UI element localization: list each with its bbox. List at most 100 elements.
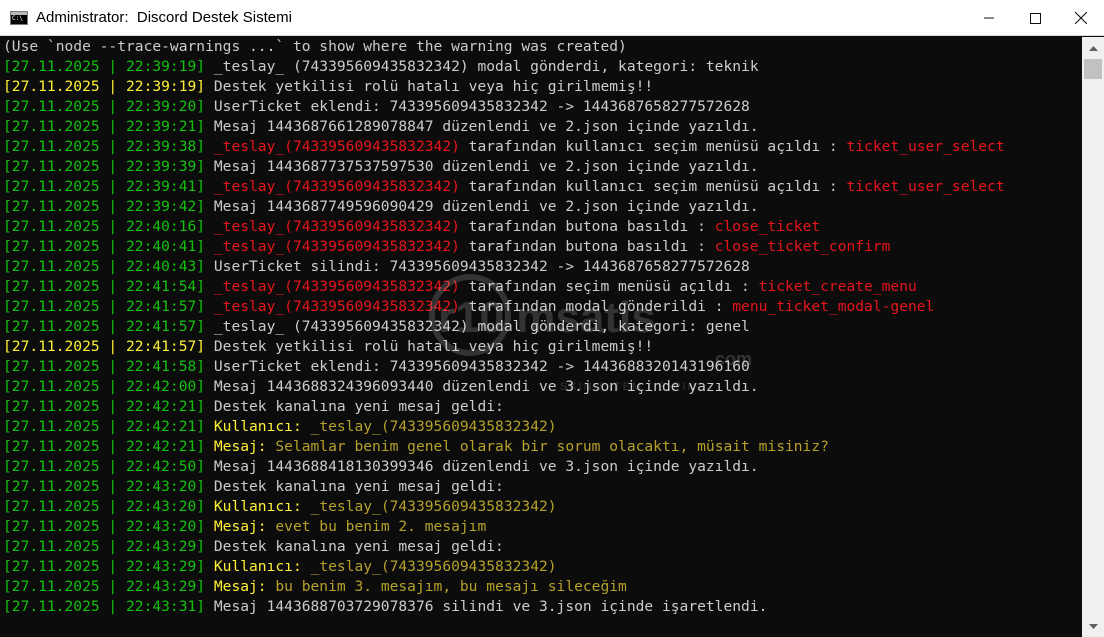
console-segment: _teslay_(743395609435832342) — [213, 238, 460, 255]
console-segment: Destek yetkilisi rolü hatalı veya hiç gi… — [213, 338, 654, 355]
console-segment: [27.11.2025 | 22:39:42] — [3, 198, 214, 215]
window-title: Administrator: Discord Destek Sistemi — [36, 9, 292, 26]
console-segment: [27.11.2025 | 22:39:19] — [3, 58, 214, 75]
console-segment: [27.11.2025 | 22:43:29] — [3, 558, 214, 575]
console-segment: UserTicket eklendi: 743395609435832342 -… — [213, 98, 750, 115]
scrollbar-thumb[interactable] — [1084, 59, 1102, 79]
console-segment: Mesaj 1443687749596090429 düzenlendi ve … — [213, 198, 759, 215]
console-segment: [27.11.2025 | 22:39:19] — [3, 78, 214, 95]
console-segment: Destek yetkilisi rolü hatalı veya hiç gi… — [213, 78, 654, 95]
window-controls — [966, 0, 1104, 36]
console-segment: [27.11.2025 | 22:40:43] — [3, 258, 214, 275]
console-segment: [27.11.2025 | 22:39:21] — [3, 118, 214, 135]
console-segment: [27.11.2025 | 22:43:20] — [3, 518, 214, 535]
console-segment: _teslay_(743395609435832342) — [213, 278, 460, 295]
console-segment: tarafından modal gönderildi : — [459, 298, 733, 315]
cmd-icon — [10, 10, 28, 25]
console-segment: UserTicket eklendi: 743395609435832342 -… — [213, 358, 750, 375]
console-segment: menu_ticket_modal-genel — [732, 298, 935, 315]
minimize-button[interactable] — [966, 0, 1012, 36]
console-segment: Kullanıcı: — [213, 558, 302, 575]
console-segment: Destek kanalına yeni mesaj geldi: — [213, 478, 504, 495]
console-line: [27.11.2025 | 22:43:29] Mesaj: bu benim … — [3, 577, 1082, 597]
console-line: [27.11.2025 | 22:42:21] Kullanıcı: _tesl… — [3, 417, 1082, 437]
console-segment: tarafından butona basıldı : — [459, 238, 715, 255]
console-segment: _teslay_ (743395609435832342) modal gönd… — [213, 58, 759, 75]
console-segment: ticket_create_menu — [758, 278, 917, 295]
console-segment: tarafından seçim menüsü açıldı : — [459, 278, 759, 295]
console-line: [27.11.2025 | 22:41:57] Destek yetkilisi… — [3, 337, 1082, 357]
console-segment: evet bu benim 2. mesajım — [266, 518, 487, 535]
console-segment: _teslay_(743395609435832342) — [301, 418, 557, 435]
minimize-icon — [984, 17, 994, 19]
console-segment: close_ticket — [714, 218, 821, 235]
console-segment: Destek kanalına yeni mesaj geldi: — [213, 538, 504, 555]
title-bar[interactable]: Administrator: Discord Destek Sistemi — [0, 0, 1104, 36]
console-segment: Mesaj 1443688324396093440 düzenlendi ve … — [213, 378, 759, 395]
chevron-down-icon — [1088, 623, 1098, 629]
scroll-down-arrow[interactable] — [1082, 617, 1104, 635]
console-segment: [27.11.2025 | 22:40:41] — [3, 238, 214, 255]
console-segment: [27.11.2025 | 22:41:54] — [3, 278, 214, 295]
console-segment: [27.11.2025 | 22:42:21] — [3, 398, 214, 415]
console-segment: [27.11.2025 | 22:43:29] — [3, 538, 214, 555]
console-segment: Mesaj 1443688418130399346 düzenlendi ve … — [213, 458, 759, 475]
console-segment: [27.11.2025 | 22:39:38] — [3, 138, 214, 155]
console-segment: _teslay_(743395609435832342) — [213, 298, 460, 315]
console-line: [27.11.2025 | 22:41:58] UserTicket eklen… — [3, 357, 1082, 377]
console-segment: _teslay_ (743395609435832342) modal gönd… — [213, 318, 750, 335]
console-segment: [27.11.2025 | 22:41:58] — [3, 358, 214, 375]
console-segment: Mesaj 1443687737537597530 düzenlendi ve … — [213, 158, 759, 175]
console-segment: _teslay_(743395609435832342) — [213, 218, 460, 235]
maximize-button[interactable] — [1012, 0, 1058, 36]
console-segment: tarafından butona basıldı : — [459, 218, 715, 235]
console-segment: Kullanıcı: — [213, 498, 302, 515]
console-line: [27.11.2025 | 22:39:20] UserTicket eklen… — [3, 97, 1082, 117]
console-line: (Use `node --trace-warnings ...` to show… — [3, 37, 1082, 57]
console-line: [27.11.2025 | 22:41:57] _teslay_ (743395… — [3, 317, 1082, 337]
console-line: [27.11.2025 | 22:39:21] Mesaj 1443687661… — [3, 117, 1082, 137]
console-segment: [27.11.2025 | 22:40:16] — [3, 218, 214, 235]
console-segment: [27.11.2025 | 22:43:29] — [3, 578, 214, 595]
console-line: [27.11.2025 | 22:39:19] _teslay_ (743395… — [3, 57, 1082, 77]
console-line: [27.11.2025 | 22:43:29] Kullanıcı: _tesl… — [3, 557, 1082, 577]
console-segment: [27.11.2025 | 22:42:50] — [3, 458, 214, 475]
console-segment: Kullanıcı: — [213, 418, 302, 435]
console-segment: [27.11.2025 | 22:43:31] — [3, 598, 214, 615]
console-line: [27.11.2025 | 22:43:20] Mesaj: evet bu b… — [3, 517, 1082, 537]
console-line: [27.11.2025 | 22:40:43] UserTicket silin… — [3, 257, 1082, 277]
console-segment: ticket_user_select — [846, 138, 1005, 155]
vertical-scrollbar[interactable] — [1082, 37, 1104, 637]
console-segment: [27.11.2025 | 22:43:20] — [3, 478, 214, 495]
console-segment: Mesaj: — [213, 518, 267, 535]
console-segment: UserTicket silindi: 743395609435832342 -… — [213, 258, 750, 275]
console-segment: Destek kanalına yeni mesaj geldi: — [213, 398, 504, 415]
console-segment: tarafından kullanıcı seçim menüsü açıldı… — [459, 138, 847, 155]
console-segment: [27.11.2025 | 22:39:41] — [3, 178, 214, 195]
console-segment: [27.11.2025 | 22:42:21] — [3, 438, 214, 455]
console-segment: Mesaj 1443688703729078376 silindi ve 3.j… — [213, 598, 768, 615]
console-segment: Mesaj 1443687661289078847 düzenlendi ve … — [213, 118, 759, 135]
console-line: [27.11.2025 | 22:41:54] _teslay_(7433956… — [3, 277, 1082, 297]
console-segment: [27.11.2025 | 22:39:39] — [3, 158, 214, 175]
console-line: [27.11.2025 | 22:39:39] Mesaj 1443687737… — [3, 157, 1082, 177]
console-segment: _teslay_(743395609435832342) — [301, 498, 557, 515]
console-line: [27.11.2025 | 22:39:42] Mesaj 1443687749… — [3, 197, 1082, 217]
close-button[interactable] — [1058, 0, 1104, 36]
scroll-up-arrow[interactable] — [1082, 39, 1104, 57]
console-segment: [27.11.2025 | 22:41:57] — [3, 318, 214, 335]
console-line: [27.11.2025 | 22:39:41] _teslay_(7433956… — [3, 177, 1082, 197]
console-segment: close_ticket_confirm — [714, 238, 891, 255]
close-icon — [1075, 12, 1087, 24]
console-line: [27.11.2025 | 22:40:41] _teslay_(7433956… — [3, 237, 1082, 257]
console-segment: Mesaj: — [213, 438, 267, 455]
console-line: [27.11.2025 | 22:43:31] Mesaj 1443688703… — [3, 597, 1082, 617]
console-line: [27.11.2025 | 22:43:20] Kullanıcı: _tesl… — [3, 497, 1082, 517]
console-line: [27.11.2025 | 22:42:21] Mesaj: Selamlar … — [3, 437, 1082, 457]
console-output[interactable]: (Use `node --trace-warnings ...` to show… — [0, 37, 1082, 637]
console-segment: _teslay_(743395609435832342) — [301, 558, 557, 575]
console-segment: Selamlar benim genel olarak bir sorum ol… — [266, 438, 829, 455]
console-line: [27.11.2025 | 22:39:38] _teslay_(7433956… — [3, 137, 1082, 157]
console-segment: Mesaj: — [213, 578, 267, 595]
chevron-up-icon — [1088, 45, 1098, 51]
